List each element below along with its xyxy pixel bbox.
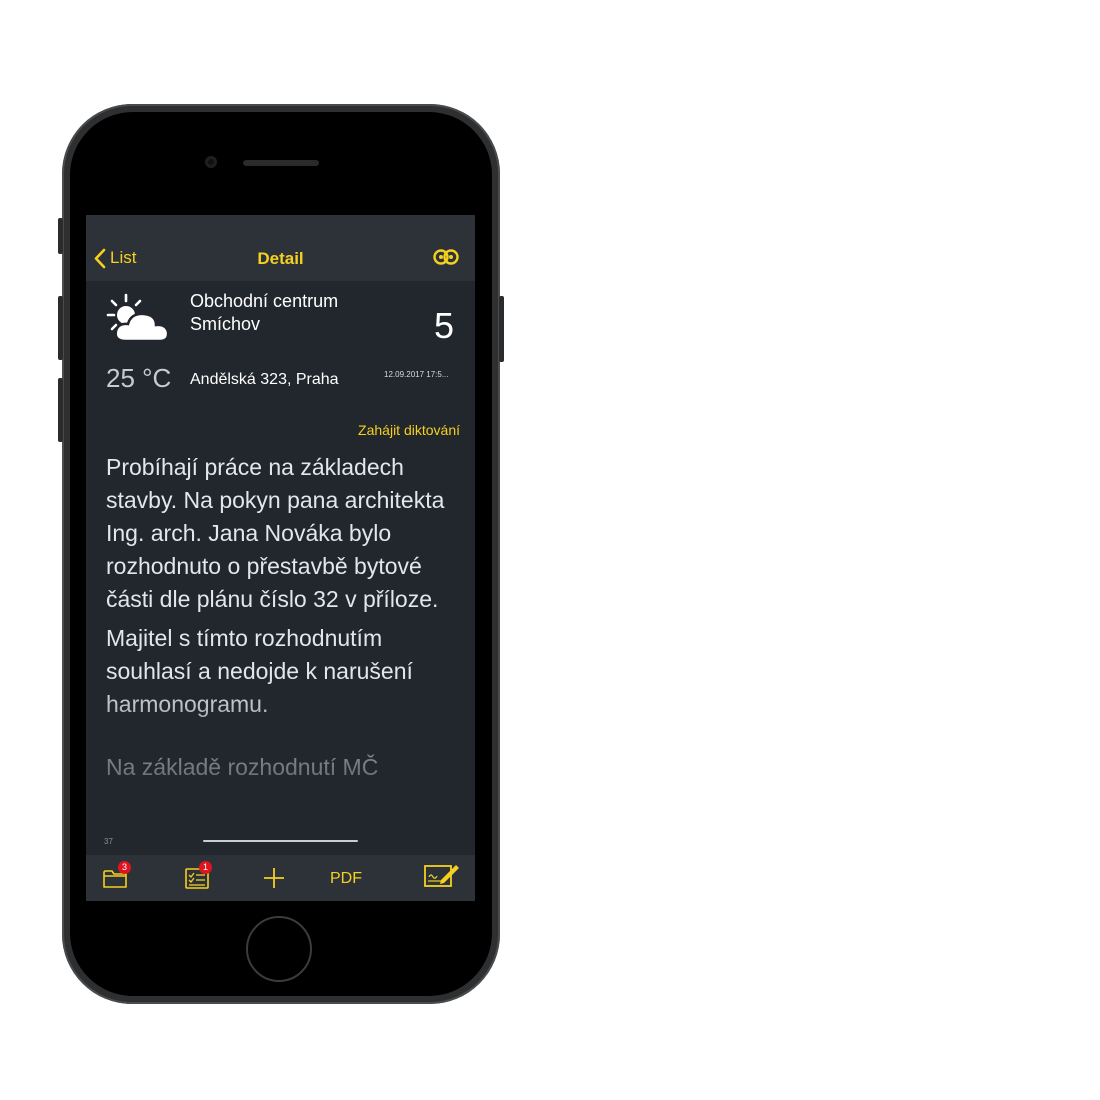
- app-screen: List Detail Obchodní centrum Smíchov 5 2…: [86, 215, 475, 901]
- partly-cloudy-icon: [106, 293, 170, 343]
- bottom-toolbar: 3 1 PDF: [86, 855, 475, 901]
- page-title: Detail: [257, 249, 304, 268]
- temperature: 25 °C: [106, 363, 172, 393]
- add-icon[interactable]: [262, 866, 286, 890]
- front-camera: [205, 156, 217, 168]
- character-count: 37: [104, 837, 113, 846]
- timestamp: 12.09.2017 17:5...: [384, 370, 449, 379]
- location-name: Obchodní centrum Smíchov: [190, 291, 339, 334]
- volume-up-button: [58, 296, 63, 360]
- earpiece-speaker: [243, 160, 319, 166]
- checklist-button[interactable]: 1: [184, 861, 214, 893]
- note-text-area[interactable]: Probíhají práce na základech stavby. Na …: [106, 451, 464, 826]
- home-button[interactable]: [246, 916, 312, 982]
- folder-badge: 3: [118, 861, 131, 874]
- start-dictation-button[interactable]: Zahájit diktování: [306, 422, 460, 438]
- mute-switch: [58, 218, 63, 254]
- entry-number: 5: [433, 305, 454, 346]
- navigation-bar: List Detail: [86, 215, 475, 281]
- folder-button[interactable]: 3: [102, 861, 132, 893]
- checklist-badge: 1: [199, 861, 212, 874]
- infinity-link-icon[interactable]: [432, 248, 460, 266]
- volume-down-button: [58, 378, 63, 442]
- scroll-indicator[interactable]: [203, 840, 358, 842]
- note-paragraph: Probíhají práce na základech stavby. Na …: [106, 454, 445, 612]
- power-button: [499, 296, 504, 362]
- signature-edit-icon[interactable]: [424, 862, 460, 888]
- address: Andělská 323, Praha: [190, 371, 339, 388]
- note-paragraph: Na základě rozhodnutí MČ: [106, 754, 379, 780]
- pdf-export-button[interactable]: PDF: [330, 870, 362, 888]
- note-paragraph: Majitel s tímto rozhodnutím souhlasí a n…: [106, 625, 413, 717]
